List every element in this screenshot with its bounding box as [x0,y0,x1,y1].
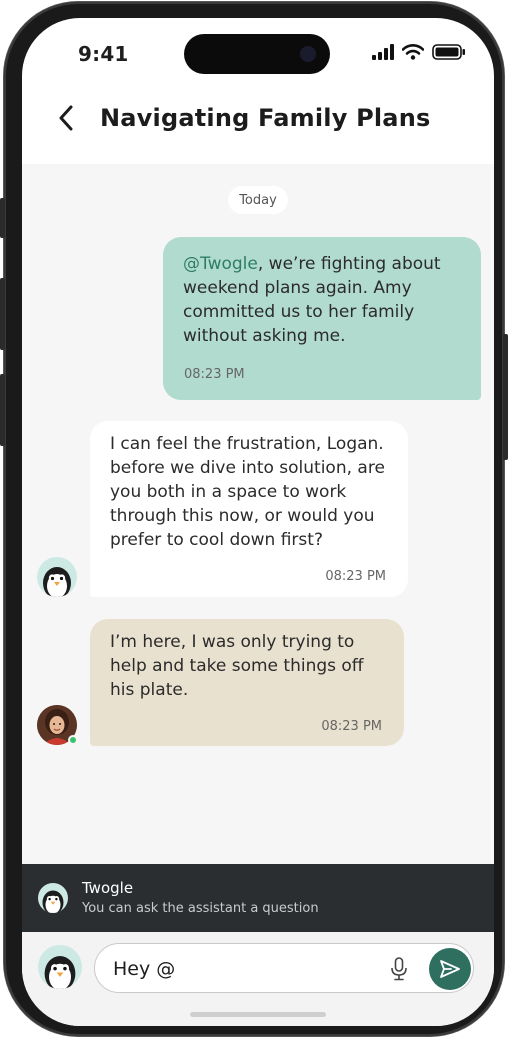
action-button [0,198,5,238]
message-input-container [94,943,474,993]
status-icons [372,44,466,64]
microphone-icon [391,957,407,981]
header: Navigating Family Plans [22,84,494,164]
send-icon [440,960,460,978]
assistant-suggestion-bar[interactable]: Twogle You can ask the assistant a quest… [22,864,494,932]
message-text: I’m here, I was only trying to help and … [110,632,364,700]
back-button[interactable] [52,102,80,134]
dynamic-island [184,34,330,74]
online-status-dot [68,735,78,745]
assistant-name: Twogle [82,879,134,897]
message-bubble-assistant[interactable]: I can feel the frustration, Logan. befor… [90,421,408,597]
home-indicator[interactable] [190,1012,326,1017]
assistant-subtitle: You can ask the assistant a question [82,901,319,916]
message-composer [22,932,494,1026]
message-bubble-partner[interactable]: I’m here, I was only trying to help and … [90,619,404,746]
message-time: 08:23 PM [184,367,245,382]
date-separator: Today [228,186,288,214]
wifi-icon [401,44,425,64]
assistant-avatar[interactable] [38,945,82,989]
signal-icon [372,44,394,64]
penguin-icon [43,567,71,597]
page-title: Navigating Family Plans [100,104,431,132]
volume-up-button [0,278,5,350]
battery-icon [432,44,466,64]
message-input[interactable] [113,955,363,983]
volume-down-button [0,374,5,446]
screen: 9:41 Navigating Family Plans Today @Twog… [22,18,494,1026]
partner-avatar[interactable] [37,705,78,745]
power-button [503,334,508,460]
phone-frame: 9:41 Navigating Family Plans Today @Twog… [0,2,508,1036]
send-button[interactable] [429,948,471,990]
message-time: 08:23 PM [325,569,386,584]
mention-link[interactable]: @Twogle [183,254,258,274]
status-time: 9:41 [78,42,129,66]
message-text: @Twogle, we’re fighting about weekend pl… [183,252,461,348]
back-arrow-icon [59,105,73,131]
assistant-avatar[interactable] [37,557,77,597]
penguin-icon [42,890,64,913]
penguin-icon [44,956,76,989]
assistant-avatar [38,883,68,913]
message-bubble-user[interactable]: @Twogle, we’re fighting about weekend pl… [163,237,481,400]
message-time: 08:23 PM [321,719,382,734]
message-text: I can feel the frustration, Logan. befor… [110,434,385,550]
microphone-button[interactable] [387,956,411,982]
chat-area[interactable]: Today @Twogle, we’re fighting about week… [22,164,494,864]
